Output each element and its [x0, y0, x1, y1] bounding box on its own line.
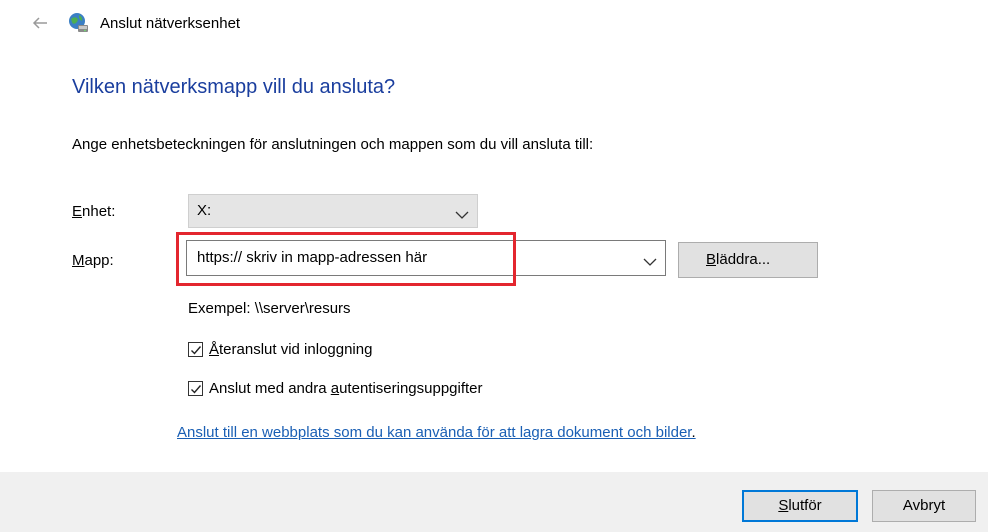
drive-select[interactable]: X: — [188, 194, 478, 228]
drive-select-value: X: — [197, 202, 212, 219]
chevron-down-icon — [455, 207, 469, 219]
credentials-checkbox[interactable] — [188, 381, 203, 396]
network-drive-icon — [68, 12, 90, 34]
credentials-label[interactable]: Anslut med andra autentiseringsuppgifter — [209, 380, 483, 397]
website-link[interactable]: Anslut till en webbplats som du kan anvä… — [177, 424, 696, 441]
window-title: Anslut nätverksenhet — [100, 15, 241, 32]
page-heading: Vilken nätverksmapp vill du ansluta? — [72, 76, 396, 98]
reconnect-checkbox[interactable] — [188, 342, 203, 357]
reconnect-option[interactable]: Återanslut vid inloggning — [188, 341, 372, 358]
reconnect-label[interactable]: Återanslut vid inloggning — [209, 341, 372, 358]
title-bar: Anslut nätverksenhet — [0, 0, 988, 50]
instruction-text: Ange enhetsbeteckningen för anslutningen… — [72, 136, 594, 153]
chevron-down-icon[interactable] — [643, 254, 657, 266]
example-text: Exempel: \\server\resurs — [188, 300, 351, 317]
back-arrow-icon[interactable] — [30, 13, 50, 33]
browse-button[interactable]: Bläddra... — [678, 242, 818, 278]
finish-button[interactable]: Slutför — [742, 490, 858, 522]
folder-label: Mapp: — [72, 252, 114, 269]
credentials-option[interactable]: Anslut med andra autentiseringsuppgifter — [188, 380, 483, 397]
folder-input-value[interactable]: https:// skriv in mapp-adressen här — [197, 249, 427, 266]
cancel-button[interactable]: Avbryt — [872, 490, 976, 522]
drive-label: Enhet: — [72, 203, 116, 220]
folder-combobox[interactable]: https:// skriv in mapp-adressen här — [186, 240, 666, 276]
